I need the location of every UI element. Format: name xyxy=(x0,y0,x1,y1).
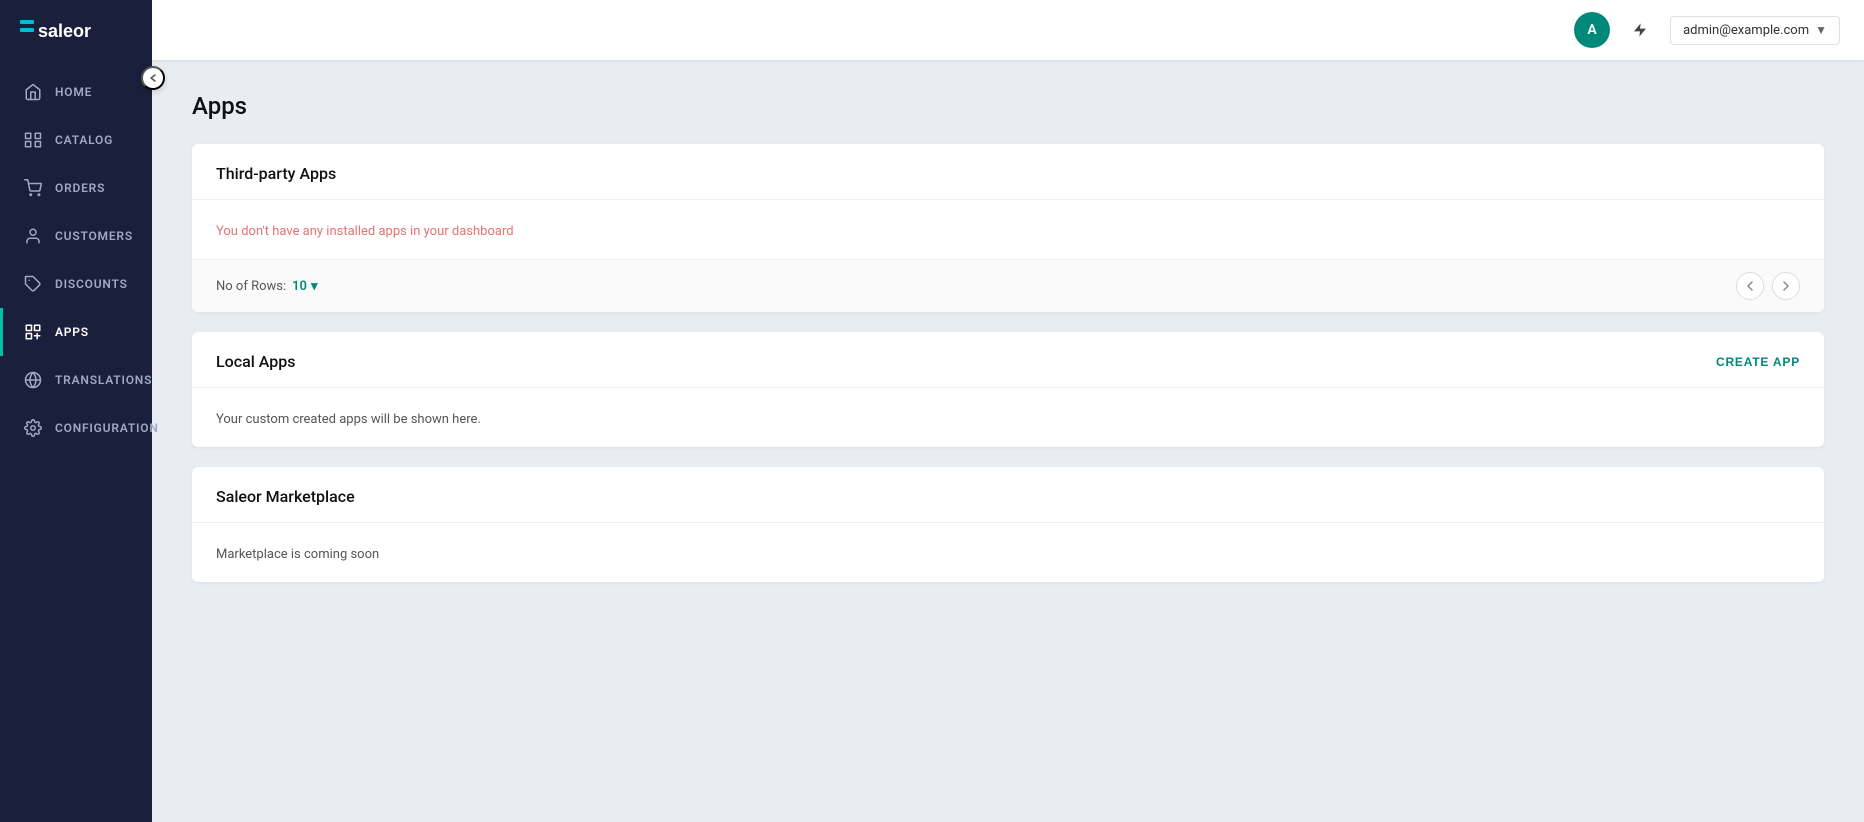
sidebar-item-discounts[interactable]: DISCOUNTS xyxy=(0,260,152,308)
marketplace-card: Saleor Marketplace Marketplace is coming… xyxy=(192,467,1824,582)
local-apps-empty-message: Your custom created apps will be shown h… xyxy=(216,412,481,427)
sidebar-item-label-discounts: DISCOUNTS xyxy=(55,277,128,291)
rows-nav xyxy=(1736,272,1800,300)
local-apps-card: Local Apps CREATE APP Your custom create… xyxy=(192,332,1824,447)
prev-page-button[interactable] xyxy=(1736,272,1764,300)
translations-icon xyxy=(23,370,43,390)
logo[interactable]: saleor xyxy=(0,0,152,60)
third-party-apps-title: Third-party Apps xyxy=(216,164,336,183)
main-area: A admin@example.com ▼ Apps Third-party A… xyxy=(152,0,1864,822)
sidebar-item-apps[interactable]: APPS xyxy=(0,308,152,356)
customers-icon xyxy=(23,226,43,246)
avatar: A xyxy=(1574,12,1610,48)
content-area: Apps Third-party Apps You don't have any… xyxy=(152,60,1864,822)
collapse-sidebar-button[interactable] xyxy=(141,66,165,90)
avatar-initials: A xyxy=(1587,22,1596,38)
local-apps-body: Your custom created apps will be shown h… xyxy=(192,388,1824,447)
configuration-icon xyxy=(23,418,43,438)
sidebar-item-home[interactable]: HOME xyxy=(0,68,152,116)
rows-value: 10 xyxy=(292,279,307,294)
sidebar-item-customers[interactable]: CUSTOMERS xyxy=(0,212,152,260)
next-page-button[interactable] xyxy=(1772,272,1800,300)
rows-label: No of Rows: 10 ▾ xyxy=(216,279,318,294)
sidebar-item-label-orders: ORDERS xyxy=(55,181,105,195)
page-title: Apps xyxy=(192,92,1824,120)
sidebar-item-label-home: HOME xyxy=(55,85,92,99)
discounts-icon xyxy=(23,274,43,294)
marketplace-title: Saleor Marketplace xyxy=(216,487,355,506)
orders-icon xyxy=(23,178,43,198)
third-party-apps-empty-message: You don't have any installed apps in you… xyxy=(216,224,514,239)
sidebar-nav: HOME CATALOG ORDERS xyxy=(0,60,152,822)
activity-button[interactable] xyxy=(1622,12,1658,48)
create-app-button[interactable]: CREATE APP xyxy=(1716,355,1800,369)
topbar: A admin@example.com ▼ xyxy=(152,0,1864,60)
user-menu-button[interactable]: admin@example.com ▼ xyxy=(1670,16,1840,45)
sidebar-item-label-apps: APPS xyxy=(55,325,89,339)
sidebar-item-catalog[interactable]: CATALOG xyxy=(0,116,152,164)
third-party-apps-header: Third-party Apps xyxy=(192,144,1824,200)
sidebar: saleor HOME CATALOG xyxy=(0,0,152,822)
chevron-down-icon: ▼ xyxy=(1815,23,1827,37)
sidebar-item-label-catalog: CATALOG xyxy=(55,133,113,147)
svg-text:saleor: saleor xyxy=(38,21,91,41)
home-icon xyxy=(23,82,43,102)
marketplace-message: Marketplace is coming soon xyxy=(216,547,379,562)
apps-icon xyxy=(23,322,43,342)
sidebar-item-orders[interactable]: ORDERS xyxy=(0,164,152,212)
user-email: admin@example.com xyxy=(1683,23,1809,38)
sidebar-item-label-translations: TRANSLATIONS xyxy=(55,373,152,387)
marketplace-header: Saleor Marketplace xyxy=(192,467,1824,523)
marketplace-body: Marketplace is coming soon xyxy=(192,523,1824,582)
third-party-apps-body: You don't have any installed apps in you… xyxy=(192,200,1824,259)
sidebar-item-configuration[interactable]: CONFIGURATION xyxy=(0,404,152,452)
rows-label-text: No of Rows: xyxy=(216,279,286,294)
rows-select[interactable]: 10 ▾ xyxy=(292,279,317,294)
third-party-apps-card: Third-party Apps You don't have any inst… xyxy=(192,144,1824,312)
sidebar-item-label-customers: CUSTOMERS xyxy=(55,229,133,243)
rows-footer: No of Rows: 10 ▾ xyxy=(192,259,1824,312)
sidebar-item-translations[interactable]: TRANSLATIONS xyxy=(0,356,152,404)
rows-dropdown-icon: ▾ xyxy=(311,279,318,294)
local-apps-header: Local Apps CREATE APP xyxy=(192,332,1824,388)
local-apps-title: Local Apps xyxy=(216,352,295,371)
sidebar-item-label-configuration: CONFIGURATION xyxy=(55,421,159,435)
catalog-icon xyxy=(23,130,43,150)
